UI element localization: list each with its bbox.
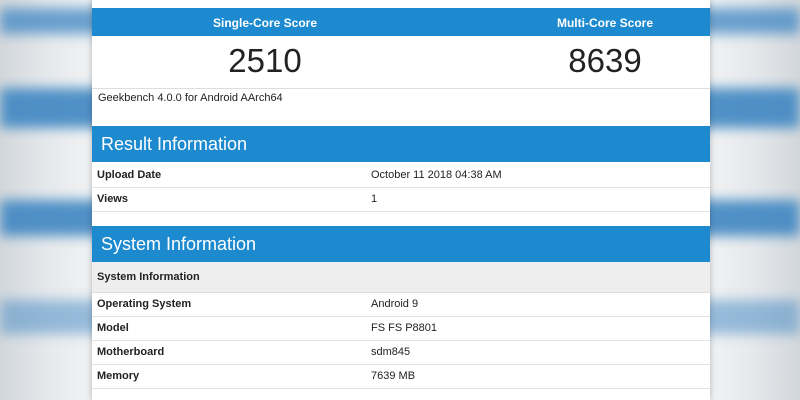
row-key: Operating System [97, 298, 192, 310]
system-information-header: System Information [92, 226, 710, 262]
section-title: Result Information [101, 134, 248, 154]
table-row: Operating System Android 9 [92, 292, 710, 317]
table-row: Views 1 [92, 187, 710, 212]
subheader-label: System Information [97, 271, 200, 283]
score-values: 2510 8639 [92, 36, 710, 90]
row-value: sdm845 [371, 346, 411, 358]
result-information-header: Result Information [92, 126, 710, 162]
row-key: Views [97, 193, 128, 205]
row-value: FS FS P8801 [371, 322, 438, 334]
row-value: 7639 MB [371, 370, 416, 382]
section-title: System Information [101, 234, 257, 254]
table-row: Motherboard sdm845 [92, 340, 710, 365]
score-header: Single-Core Score Multi-Core Score [92, 8, 710, 36]
multi-core-score-label: Multi-Core Score [556, 16, 653, 30]
single-core-score-value: 2510 [228, 42, 302, 79]
table-row: Memory 7639 MB [92, 364, 710, 389]
table-row: Model FS FS P8801 [92, 316, 710, 341]
benchmark-version: Geekbench 4.0.0 for Android AArch64 [98, 92, 283, 104]
multi-core-score-value: 8639 [568, 42, 642, 79]
results-panel: Single-Core Score Multi-Core Score 2510 … [92, 0, 710, 400]
table-row: Upload Date October 11 2018 04:38 AM [92, 163, 710, 188]
row-key: Model [97, 322, 129, 334]
system-information-subheader: System Information [92, 262, 710, 293]
row-value: 1 [371, 193, 378, 205]
row-value: October 11 2018 04:38 AM [371, 169, 502, 181]
row-key: Memory [97, 370, 140, 382]
row-key: Upload Date [97, 169, 162, 181]
divider [92, 88, 710, 89]
single-core-score-label: Single-Core Score [212, 16, 318, 30]
row-key: Motherboard [97, 346, 165, 358]
row-value: Android 9 [371, 298, 419, 310]
